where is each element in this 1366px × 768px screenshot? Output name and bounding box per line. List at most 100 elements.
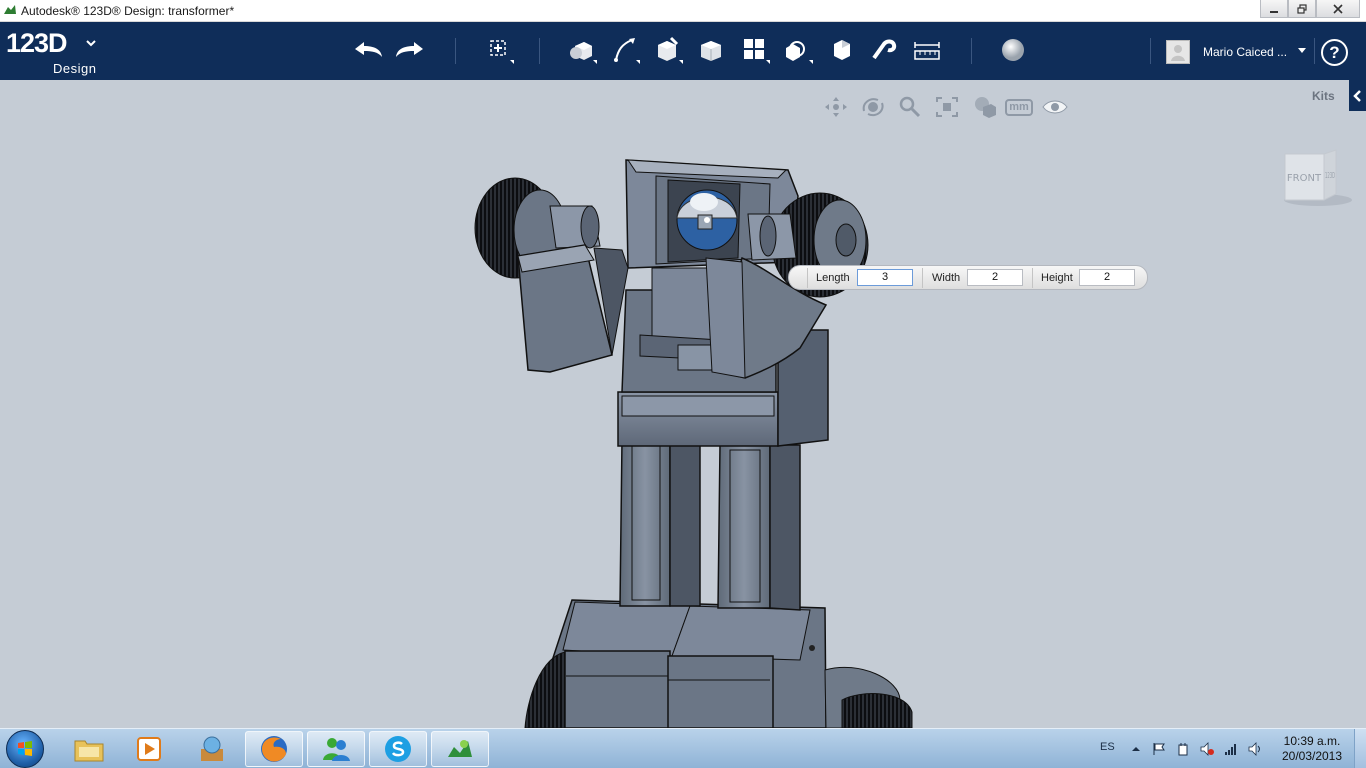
undo-icon xyxy=(355,42,382,57)
robot-legs[interactable] xyxy=(619,439,801,611)
minimize-icon xyxy=(1270,10,1278,13)
clock-date: 20/03/2013 xyxy=(1281,749,1343,763)
fit-icon xyxy=(936,97,958,117)
view-style-icon xyxy=(975,97,996,118)
viewcube[interactable]: FRONT 123D xyxy=(1280,148,1352,215)
close-button[interactable] xyxy=(1316,0,1360,18)
toolbar-separator xyxy=(971,38,972,64)
kits-panel-toggle[interactable] xyxy=(1349,80,1366,111)
minimize-button[interactable] xyxy=(1260,0,1288,18)
toolbar-separator xyxy=(1150,38,1151,64)
windows-taskbar: ES 10:39 a.m. 20/03/2013 xyxy=(0,728,1366,768)
restore-icon xyxy=(1297,3,1307,14)
orbit-button[interactable] xyxy=(858,94,888,120)
pattern-icon xyxy=(744,39,770,64)
material-button[interactable] xyxy=(997,35,1029,65)
primitives-button[interactable] xyxy=(566,35,598,65)
dimension-separator xyxy=(1032,268,1033,288)
height-label: Height xyxy=(1041,272,1073,284)
redo-icon xyxy=(396,42,423,57)
construct-icon xyxy=(658,36,683,64)
grouping-button[interactable] xyxy=(782,35,814,65)
app-installer-icon xyxy=(201,736,223,761)
close-icon xyxy=(1333,3,1343,14)
dimension-input-bar: Length 3 Width 2 Height 2 xyxy=(788,265,1148,290)
transform-button[interactable] xyxy=(483,35,515,65)
taskbar-media-player[interactable] xyxy=(120,731,178,767)
show-desktop-button[interactable] xyxy=(1354,729,1366,768)
combine-button[interactable] xyxy=(825,35,857,65)
snap-button[interactable] xyxy=(868,35,900,65)
zoom-button[interactable] xyxy=(895,94,925,120)
taskbar-autodesk-123d[interactable] xyxy=(431,731,489,767)
toolbar-separator xyxy=(1314,38,1315,64)
construct-button[interactable] xyxy=(652,35,684,65)
taskbar-firefox[interactable] xyxy=(245,731,303,767)
action-center-flag-icon[interactable] xyxy=(1152,742,1166,756)
taskbar-messenger[interactable] xyxy=(307,731,365,767)
windows-logo-icon xyxy=(18,741,32,756)
robot-model[interactable] xyxy=(0,80,1366,728)
grouping-icon xyxy=(786,41,813,64)
taskbar-file-explorer[interactable] xyxy=(60,731,118,767)
speaker-icon[interactable] xyxy=(1248,742,1262,756)
skype-icon xyxy=(385,736,411,762)
window-title: Autodesk® 123D® Design: transformer* xyxy=(21,4,235,18)
primitives-icon xyxy=(570,42,597,64)
pan-button[interactable] xyxy=(821,94,851,120)
volume-muted-icon[interactable] xyxy=(1200,742,1214,756)
user-name[interactable]: Mario Caiced ... xyxy=(1203,45,1287,59)
units-button[interactable]: mm xyxy=(1004,94,1034,120)
window-title-bar: Autodesk® 123D® Design: transformer* xyxy=(0,0,1366,22)
language-indicator[interactable]: ES xyxy=(1100,741,1115,753)
user-menu-caret-icon[interactable] xyxy=(1298,48,1306,53)
app-menu-logo[interactable]: 123D Design xyxy=(6,28,96,76)
firefox-icon xyxy=(261,736,287,762)
chevron-down-icon xyxy=(86,40,96,47)
measure-icon xyxy=(914,42,940,60)
pattern-button[interactable] xyxy=(739,35,771,65)
messenger-icon xyxy=(323,738,350,761)
restore-button[interactable] xyxy=(1288,0,1316,18)
robot-lower-body[interactable] xyxy=(524,599,913,728)
user-icon xyxy=(1171,45,1185,61)
main-toolbar: 123D Design Mario Caiced ... ? xyxy=(0,22,1366,80)
3d-viewport[interactable]: mm Kits FRONT 123D Length 3 Width 2 Heig… xyxy=(0,80,1366,728)
help-button[interactable]: ? xyxy=(1321,39,1348,66)
eye-icon xyxy=(1042,100,1068,114)
viewcube-front-label: FRONT xyxy=(1287,173,1322,184)
dimension-separator xyxy=(922,268,923,288)
dimension-separator xyxy=(807,268,808,288)
length-input[interactable]: 3 xyxy=(857,269,913,286)
height-input[interactable]: 2 xyxy=(1079,269,1135,286)
network-icon[interactable] xyxy=(1224,742,1238,756)
logo-main-text: 123D xyxy=(6,28,68,58)
chevron-left-icon xyxy=(1352,89,1361,102)
start-button[interactable] xyxy=(6,730,44,768)
power-icon[interactable] xyxy=(1176,742,1190,756)
fit-button[interactable] xyxy=(932,94,962,120)
combine-icon xyxy=(834,40,850,60)
width-label: Width xyxy=(932,272,961,284)
modify-button[interactable] xyxy=(696,35,728,65)
visibility-button[interactable] xyxy=(1040,94,1070,120)
measure-button[interactable] xyxy=(911,35,943,65)
kits-label[interactable]: Kits xyxy=(1312,89,1335,103)
system-clock[interactable]: 10:39 a.m. 20/03/2013 xyxy=(1276,734,1348,764)
sketch-icon xyxy=(614,38,640,64)
length-label: Length xyxy=(816,272,850,284)
taskbar-app-installer[interactable] xyxy=(183,731,241,767)
taskbar-skype[interactable] xyxy=(369,731,427,767)
view-style-button[interactable] xyxy=(969,94,999,120)
robot-left-arm[interactable] xyxy=(474,177,629,373)
viewcube-icon: FRONT 123D xyxy=(1284,149,1352,206)
undo-button[interactable] xyxy=(352,35,384,65)
width-input[interactable]: 2 xyxy=(967,269,1023,286)
units-label: mm xyxy=(1005,98,1033,116)
redo-button[interactable] xyxy=(394,35,426,65)
avatar[interactable] xyxy=(1166,40,1190,64)
logo-sub-text: Design xyxy=(53,61,97,76)
show-hidden-icons-icon[interactable] xyxy=(1129,742,1143,756)
toolbar-separator xyxy=(539,38,540,64)
sketch-button[interactable] xyxy=(609,35,641,65)
